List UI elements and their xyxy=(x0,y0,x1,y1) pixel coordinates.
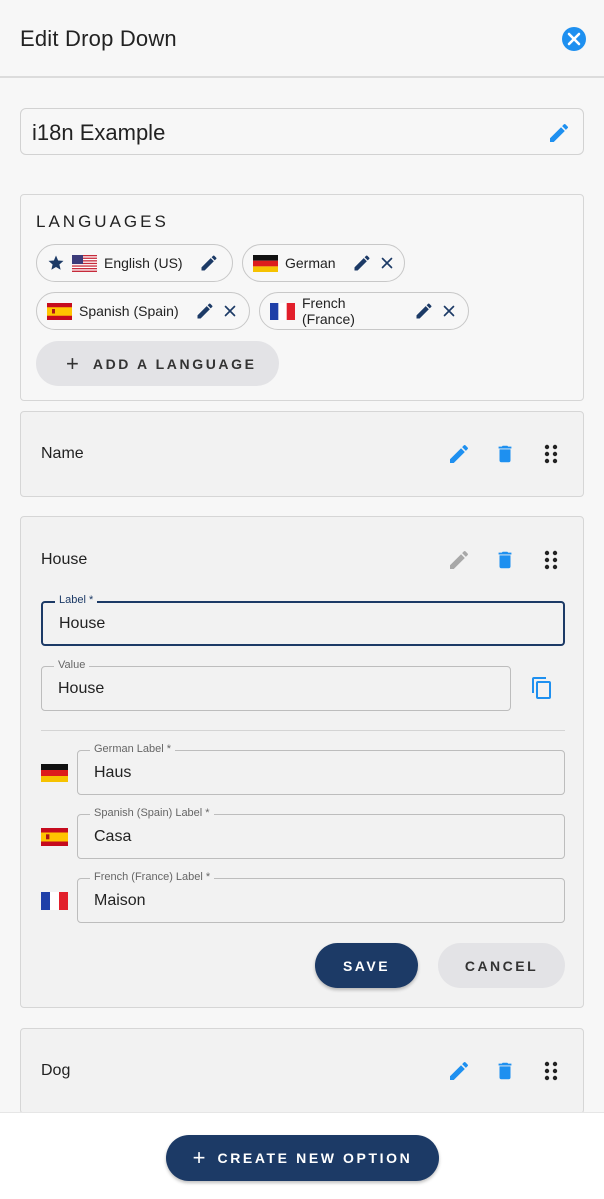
germany-flag-icon xyxy=(41,764,68,782)
spain-flag-icon xyxy=(41,828,68,846)
language-chip-label: French (France) xyxy=(302,295,355,327)
label-field[interactable]: Label * House xyxy=(41,594,565,646)
drag-dots-icon xyxy=(544,550,558,570)
value-field-legend: Value xyxy=(54,659,90,671)
drag-dots-icon xyxy=(544,444,558,464)
edit-language-button[interactable] xyxy=(199,253,219,273)
germany-flag-icon xyxy=(253,254,278,272)
drag-handle[interactable] xyxy=(539,548,563,572)
copy-value-button[interactable] xyxy=(530,676,554,700)
dropdown-name-field[interactable]: i18n Example xyxy=(20,108,584,155)
dialog-title: Edit Drop Down xyxy=(20,26,177,51)
pencil-icon xyxy=(201,255,217,271)
trash-icon xyxy=(498,445,512,463)
france-flag-icon xyxy=(41,892,68,910)
edit-option-button[interactable] xyxy=(447,1059,471,1083)
close-icon xyxy=(443,305,455,317)
language-chip-label: German xyxy=(285,255,336,271)
label-field-value: House xyxy=(59,615,106,632)
save-button[interactable]: SAVE xyxy=(315,943,418,988)
remove-language-button[interactable] xyxy=(440,302,458,320)
option-title: Dog xyxy=(41,1062,71,1079)
pencil-icon xyxy=(197,303,213,319)
drag-handle[interactable] xyxy=(539,1059,563,1083)
copy-icon xyxy=(532,677,551,699)
create-new-option-label: CREATE NEW OPTION xyxy=(217,1150,413,1166)
edit-language-button[interactable] xyxy=(414,301,434,321)
languages-card: LANGUAGES English (US) German Spanish (S… xyxy=(20,194,584,401)
edit-option-button-disabled xyxy=(447,548,471,572)
edit-language-button[interactable] xyxy=(352,253,372,273)
remove-language-button[interactable] xyxy=(221,302,239,320)
plus-icon: + xyxy=(66,350,79,376)
delete-option-button[interactable] xyxy=(493,548,517,572)
spanish-label-legend: Spanish (Spain) Label * xyxy=(90,807,214,819)
spanish-label-field[interactable]: Spanish (Spain) Label * Casa xyxy=(77,807,565,859)
language-chip-german[interactable]: German xyxy=(242,244,405,282)
close-icon xyxy=(224,305,235,317)
french-label-legend: French (France) Label * xyxy=(90,871,215,883)
cancel-button[interactable]: CANCEL xyxy=(438,943,565,988)
plus-icon: + xyxy=(192,1145,206,1170)
french-label-value: Maison xyxy=(94,892,146,909)
edit-option-button[interactable] xyxy=(447,442,471,466)
close-icon xyxy=(381,257,392,269)
language-chip-label: Spanish (Spain) xyxy=(79,303,179,319)
remove-language-button[interactable] xyxy=(378,254,396,272)
pencil-icon xyxy=(450,444,469,463)
trash-icon xyxy=(498,551,512,569)
delete-option-button[interactable] xyxy=(493,1059,517,1083)
dialog-header: Edit Drop Down xyxy=(0,0,604,78)
option-title: House xyxy=(41,551,88,568)
add-language-label: ADD A LANGUAGE xyxy=(92,355,257,372)
value-field[interactable]: Value House xyxy=(41,659,511,711)
us-flag-icon xyxy=(72,254,97,272)
edit-language-button[interactable] xyxy=(195,301,215,321)
german-label-legend: German Label * xyxy=(90,743,176,755)
drag-dots-icon xyxy=(544,1061,558,1081)
language-chip-english[interactable]: English (US) xyxy=(36,244,233,282)
value-field-value: House xyxy=(58,680,105,697)
language-chip-french[interactable]: French (France) xyxy=(259,292,469,330)
france-flag-icon xyxy=(270,302,295,320)
option-card-dog: Dog xyxy=(20,1028,584,1114)
spain-flag-icon xyxy=(47,302,72,320)
divider xyxy=(41,730,565,731)
pencil-icon xyxy=(450,1061,469,1080)
languages-heading: LANGUAGES xyxy=(36,212,169,231)
create-new-option-button[interactable]: + CREATE NEW OPTION xyxy=(166,1135,439,1181)
french-label-field[interactable]: French (France) Label * Maison xyxy=(77,871,565,923)
edit-name-button[interactable] xyxy=(547,121,571,150)
star-icon xyxy=(47,254,65,272)
footer-bar: + CREATE NEW OPTION xyxy=(0,1112,604,1199)
drag-handle[interactable] xyxy=(539,442,563,466)
language-chip-spanish[interactable]: Spanish (Spain) xyxy=(36,292,250,330)
german-label-value: Haus xyxy=(94,764,132,781)
pencil-icon xyxy=(354,255,370,271)
spanish-label-value: Casa xyxy=(94,828,132,845)
delete-option-button[interactable] xyxy=(493,442,517,466)
add-language-button[interactable]: + ADD A LANGUAGE xyxy=(36,341,279,386)
pencil-icon xyxy=(416,303,432,319)
option-card-name: Name xyxy=(20,411,584,497)
label-field-legend: Label * xyxy=(55,594,98,606)
option-card-house: House Label * House Value House German L… xyxy=(20,516,584,1008)
german-label-field[interactable]: German Label * Haus xyxy=(77,743,565,795)
option-title: Name xyxy=(41,445,84,462)
trash-icon xyxy=(498,1062,512,1080)
dropdown-name-value: i18n Example xyxy=(32,120,166,145)
pencil-icon xyxy=(450,550,469,569)
close-icon xyxy=(567,32,581,46)
pencil-icon xyxy=(550,123,569,142)
language-chip-label: English (US) xyxy=(104,255,183,271)
close-button[interactable] xyxy=(562,27,586,51)
